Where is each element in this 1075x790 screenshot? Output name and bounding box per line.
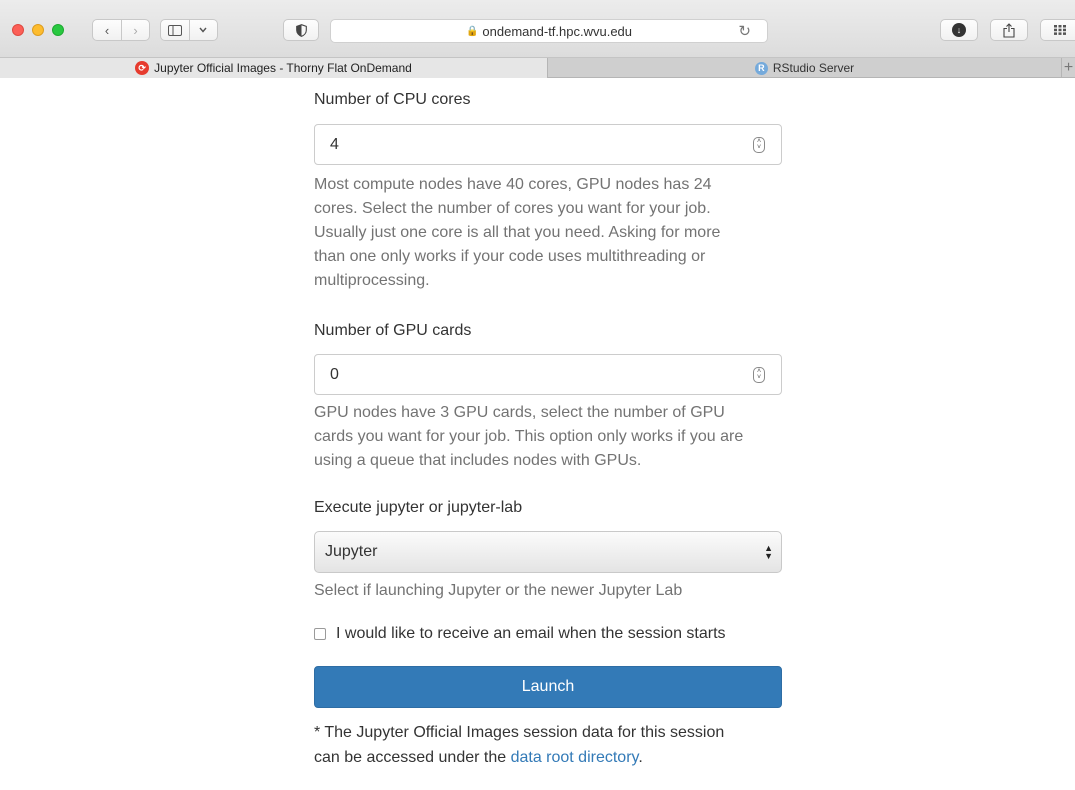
extensions-button[interactable]	[1040, 19, 1075, 41]
lock-icon: 🔒	[465, 25, 479, 37]
email-notification-label[interactable]: I would like to receive an email when th…	[336, 625, 726, 643]
cpu-cores-label: Number of CPU cores	[314, 91, 471, 108]
cpu-help-line: cores. Select the number of cores you wa…	[314, 200, 711, 217]
page-content: Number of CPU cores 4 ˄ ˅ Most compute n…	[0, 79, 1075, 790]
cpu-help-line: Most compute nodes have 40 cores, GPU no…	[314, 176, 712, 193]
address-bar[interactable]: 🔒 ondemand-tf.hpc.wvu.edu ↻	[330, 19, 768, 43]
download-icon: ↓	[952, 23, 966, 37]
cpu-cores-value: 4	[330, 135, 339, 153]
cpu-cores-input[interactable]: 4 ˄ ˅	[314, 124, 782, 165]
data-root-directory-link[interactable]: data root directory	[511, 749, 639, 766]
gpu-help-line: cards you want for your job. This option…	[314, 428, 744, 445]
cpu-cores-help: Most compute nodes have 40 cores, GPU no…	[314, 173, 782, 293]
gpu-cards-help: GPU nodes have 3 GPU cards, select the n…	[314, 401, 782, 473]
shield-icon	[295, 23, 307, 37]
gpu-help-line: GPU nodes have 3 GPU cards, select the n…	[314, 404, 725, 421]
stepper-down-icon: ˅	[756, 144, 762, 151]
back-button[interactable]: ‹	[93, 20, 121, 40]
stepper-down-icon: ˅	[756, 374, 762, 381]
close-window-button[interactable]	[12, 24, 24, 36]
tab-rstudio[interactable]: R RStudio Server	[548, 58, 1062, 78]
gpu-cards-value: 0	[330, 365, 339, 383]
mode-help: Select if launching Jupyter or the newer…	[314, 582, 683, 599]
browser-toolbar: ‹ › 🔒 ondemand-tf.hpc.wvu.edu ↻ ↓	[0, 0, 1075, 58]
select-arrows-icon: ▲ ▼	[764, 543, 773, 561]
nav-buttons: ‹ ›	[92, 19, 150, 41]
mode-select[interactable]: Jupyter ▲ ▼	[314, 531, 782, 573]
note-suffix: .	[638, 749, 643, 766]
sidebar-buttons	[160, 19, 218, 41]
cpu-help-line: Usually just one core is all that you ne…	[314, 224, 721, 241]
session-data-note: * The Jupyter Official Images session da…	[314, 720, 782, 770]
reload-icon[interactable]: ↻	[738, 22, 751, 40]
new-tab-button[interactable]: +	[1062, 58, 1075, 78]
email-notification-checkbox[interactable]	[314, 628, 326, 640]
email-notification-row: I would like to receive an email when th…	[314, 625, 726, 643]
r-icon: R	[754, 61, 768, 75]
cpu-help-line: multiprocessing.	[314, 272, 430, 289]
tab-title: RStudio Server	[772, 61, 855, 75]
tab-bar: ⟳ Jupyter Official Images - Thorny Flat …	[0, 58, 1075, 78]
minimize-window-button[interactable]	[32, 24, 44, 36]
gpu-help-line: using a queue that includes nodes with G…	[314, 452, 642, 469]
chevron-down-icon	[199, 27, 208, 33]
plus-icon: +	[1063, 59, 1074, 76]
jupyter-icon: ⟳	[135, 61, 150, 75]
chevron-left-icon: ‹	[104, 22, 110, 38]
cpu-cores-stepper[interactable]: ˄ ˅	[753, 137, 765, 153]
note-prefix: can be accessed under the	[314, 749, 511, 766]
grid-icon	[1054, 25, 1066, 35]
forward-button[interactable]: ›	[120, 20, 149, 40]
zoom-window-button[interactable]	[52, 24, 64, 36]
gpu-cards-label: Number of GPU cards	[314, 322, 472, 339]
cpu-help-line: than one only works if your code uses mu…	[314, 248, 706, 265]
gpu-cards-stepper[interactable]: ˄ ˅	[753, 367, 765, 383]
gpu-cards-input[interactable]: 0 ˄ ˅	[314, 354, 782, 395]
downloads-button[interactable]: ↓	[940, 19, 978, 41]
address-url: ondemand-tf.hpc.wvu.edu	[482, 23, 633, 39]
share-icon	[1003, 22, 1015, 38]
chevron-right-icon: ›	[133, 22, 138, 38]
note-line-1: * The Jupyter Official Images session da…	[314, 724, 725, 741]
sidebar-menu-button[interactable]	[188, 20, 217, 40]
mode-label: Execute jupyter or jupyter-lab	[314, 499, 523, 516]
privacy-report-button[interactable]	[283, 19, 319, 41]
mode-selected-value: Jupyter	[325, 543, 378, 560]
share-button[interactable]	[990, 19, 1028, 41]
launch-button[interactable]: Launch	[314, 666, 782, 708]
sidebar-toggle-button[interactable]	[161, 20, 189, 40]
note-line-2: can be accessed under the data root dire…	[314, 745, 782, 770]
tab-jupyter[interactable]: ⟳ Jupyter Official Images - Thorny Flat …	[0, 58, 548, 78]
sidebar-icon	[167, 24, 182, 36]
tab-title: Jupyter Official Images - Thorny Flat On…	[154, 61, 412, 75]
